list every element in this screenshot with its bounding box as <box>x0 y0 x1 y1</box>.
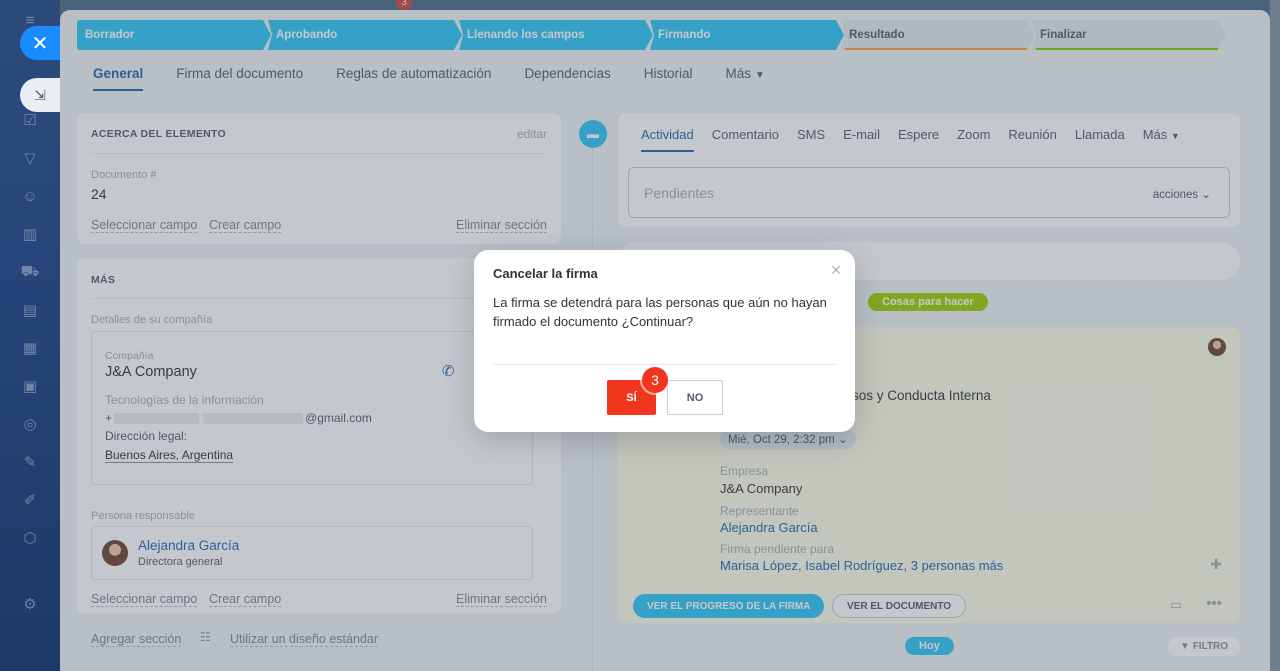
box-icon[interactable]: ⬡ <box>20 528 40 548</box>
calendar-icon[interactable]: ▦ <box>20 338 40 358</box>
pen-icon[interactable]: ✐ <box>20 490 40 510</box>
robot-icon[interactable]: ☺ <box>20 186 40 206</box>
storage-icon[interactable]: ▣ <box>20 376 40 396</box>
step-number-badge: 3 <box>642 367 668 393</box>
divider <box>493 364 836 365</box>
contact-card-icon[interactable]: ▤ <box>20 300 40 320</box>
target-icon[interactable]: ◎ <box>20 414 40 434</box>
cart-icon[interactable]: ⛟ <box>20 262 40 282</box>
no-button[interactable]: NO <box>667 380 723 415</box>
close-slider-button[interactable]: ✕ <box>20 26 60 60</box>
page-edge <box>1270 0 1280 671</box>
cancel-signature-dialog: Cancelar la firma ✕ La firma se detendrá… <box>474 250 855 432</box>
tasks-icon[interactable]: ☑ <box>20 110 40 130</box>
close-icon[interactable]: ✕ <box>830 262 842 279</box>
analytics-icon[interactable]: ▥ <box>20 224 40 244</box>
minimize-slider-button[interactable]: ⇲ <box>20 78 60 112</box>
left-navigation-rail: ≡ ✕ ⇲ ☑ ▽ ☺ ▥ ⛟ ▤ ▦ ▣ ◎ ✎ ✐ ⬡ ⚙ <box>0 0 60 671</box>
funnel-icon[interactable]: ▽ <box>20 148 40 168</box>
dialog-title: Cancelar la firma <box>493 266 598 281</box>
dialog-message: La firma se detendrá para las personas q… <box>493 295 827 329</box>
sign-icon[interactable]: ✎ <box>20 452 40 472</box>
settings-icon[interactable]: ⚙ <box>20 594 40 614</box>
